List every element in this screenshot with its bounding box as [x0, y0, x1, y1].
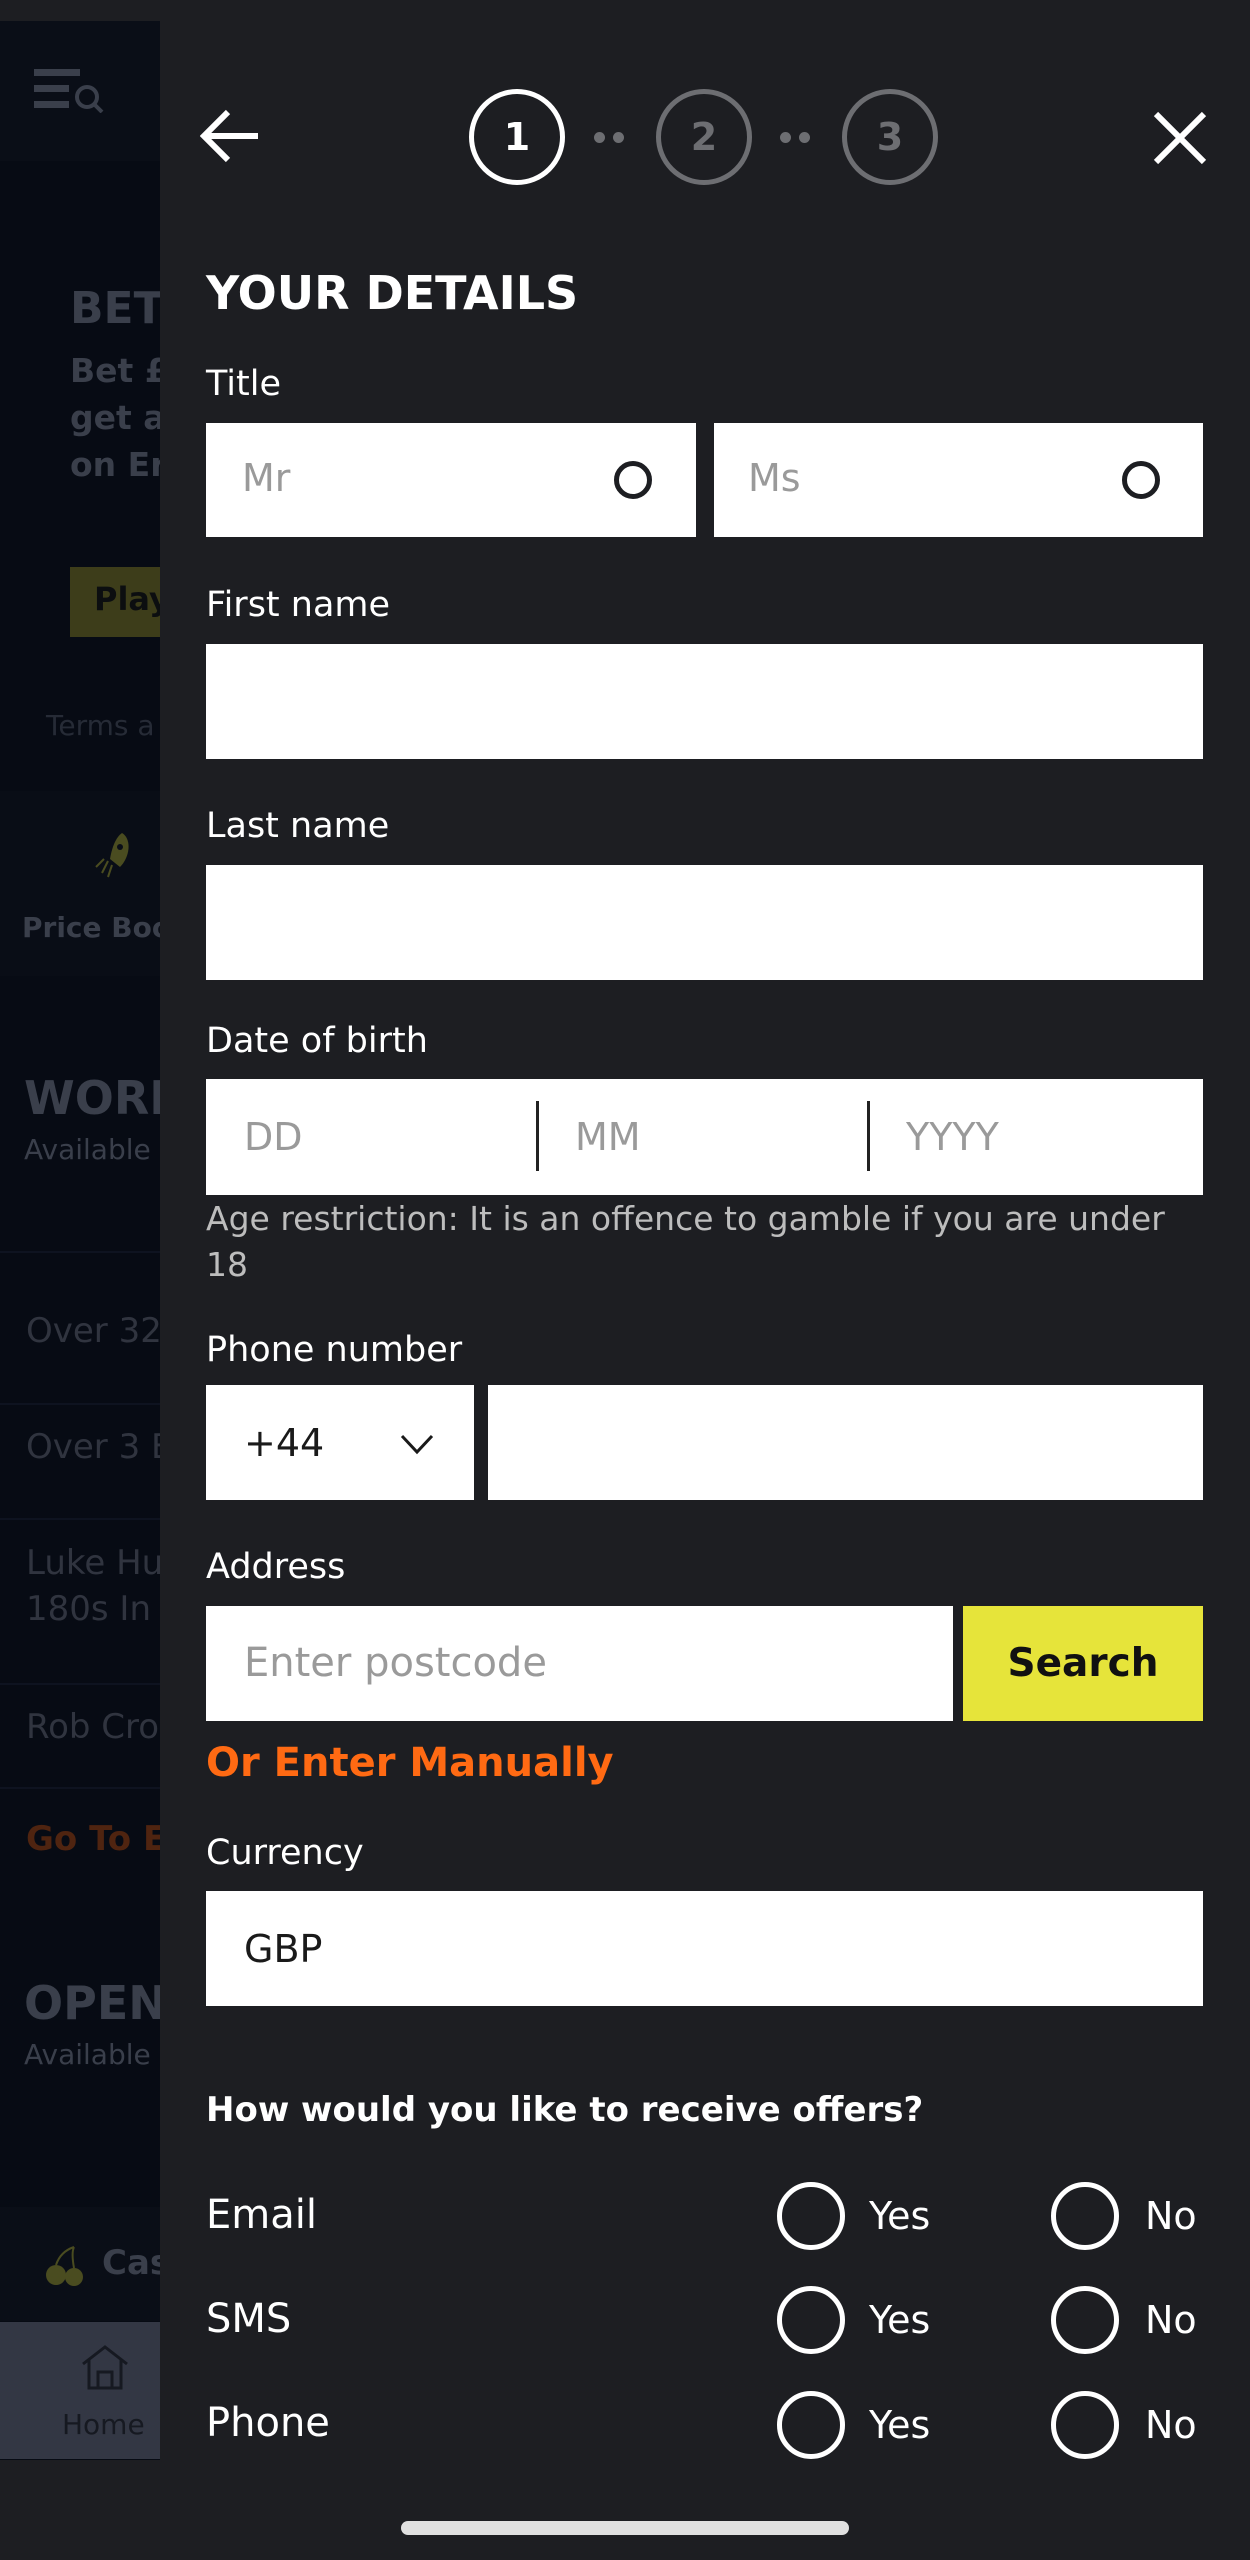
- section-subtitle: Available: [24, 1133, 151, 1166]
- background-page: BET Bet £ get a on Er Play Terms a Price…: [0, 21, 160, 2460]
- dob-month-placeholder: MM: [575, 1115, 641, 1159]
- section-title: OPEN: [24, 1976, 160, 2030]
- first-name-label: First name: [206, 585, 391, 625]
- section-title: WORI: [24, 1071, 160, 1125]
- go-to-event-link[interactable]: Go To E: [26, 1819, 160, 1859]
- radio-icon: [1122, 461, 1160, 499]
- section-subtitle: Available: [24, 2038, 151, 2071]
- market-item-cont: 180s In T: [26, 1589, 160, 1629]
- country-code-value: +44: [244, 1421, 325, 1465]
- phone-number-input[interactable]: [488, 1385, 1203, 1500]
- last-name-input[interactable]: [206, 865, 1203, 980]
- offers-question: How would you like to receive offers?: [206, 2090, 924, 2130]
- home-icon: [82, 2345, 128, 2390]
- background-header: [0, 21, 160, 161]
- chevron-down-icon: [400, 1434, 434, 1455]
- menu-search-icon: [34, 69, 104, 113]
- offer-channel-label: Phone: [206, 2400, 330, 2446]
- market-item[interactable]: Rob Cro: [26, 1707, 159, 1747]
- step-3: 3: [842, 89, 938, 185]
- title-option-label: Mr: [242, 456, 291, 500]
- offer-no-radio[interactable]: [1051, 2286, 1119, 2354]
- offer-channel-label: Email: [206, 2192, 317, 2238]
- last-name-label: Last name: [206, 806, 390, 846]
- market-item[interactable]: Luke Hu: [26, 1543, 160, 1583]
- title-label: Title: [206, 364, 282, 404]
- promo-line: Bet £: [70, 351, 160, 390]
- price-boost-tile[interactable]: Price Boo: [0, 791, 160, 976]
- step-1: 1: [469, 89, 565, 185]
- rocket-icon: [95, 833, 129, 878]
- offer-yes-label: Yes: [869, 2194, 931, 2238]
- step-connector: [594, 132, 624, 143]
- casino-label: Cas: [102, 2243, 160, 2283]
- offer-no-radio[interactable]: [1051, 2391, 1119, 2459]
- step-connector: [780, 132, 810, 143]
- first-name-input[interactable]: [206, 644, 1203, 759]
- offer-no-label: No: [1145, 2194, 1197, 2238]
- address-label: Address: [206, 1547, 346, 1587]
- phone-label: Phone number: [206, 1330, 463, 1370]
- terms-link[interactable]: Terms a: [46, 709, 155, 742]
- step-2: 2: [656, 89, 752, 185]
- search-button[interactable]: Search: [963, 1606, 1203, 1721]
- currency-value: GBP: [244, 1927, 323, 1971]
- play-button-label: Play: [94, 580, 160, 618]
- promo-line: get a: [70, 398, 160, 437]
- dob-field: DD MM YYYY: [206, 1079, 1203, 1195]
- nav-home-label: Home: [62, 2408, 145, 2441]
- offer-no-label: No: [1145, 2298, 1197, 2342]
- dob-day-placeholder: DD: [244, 1115, 303, 1159]
- title-option-mr[interactable]: Mr: [206, 423, 696, 537]
- offer-no-label: No: [1145, 2403, 1197, 2447]
- dob-year-input[interactable]: YYYY: [870, 1079, 1203, 1195]
- postcode-input[interactable]: Enter postcode: [206, 1606, 953, 1721]
- price-boost-label: Price Boo: [22, 911, 160, 944]
- bottom-nav: Home: [0, 2322, 160, 2459]
- offer-yes-radio[interactable]: [777, 2391, 845, 2459]
- title-option-ms[interactable]: Ms: [714, 423, 1203, 537]
- offer-yes-label: Yes: [869, 2403, 931, 2447]
- market-item[interactable]: Over 32: [26, 1311, 160, 1351]
- offer-yes-label: Yes: [869, 2298, 931, 2342]
- play-button[interactable]: Play: [70, 567, 160, 637]
- dob-label: Date of birth: [206, 1021, 428, 1061]
- country-code-select[interactable]: +44: [206, 1385, 474, 1500]
- age-restriction-notice: Age restriction: It is an offence to gam…: [206, 1199, 1165, 1284]
- dob-month-input[interactable]: MM: [539, 1079, 867, 1195]
- cherries-icon: [46, 2246, 83, 2286]
- currency-label: Currency: [206, 1833, 364, 1873]
- dob-year-placeholder: YYYY: [906, 1115, 999, 1159]
- offer-yes-radio[interactable]: [777, 2286, 845, 2354]
- offer-channel-label: SMS: [206, 2296, 292, 2342]
- promo-line: on Er: [70, 445, 160, 484]
- casino-tile[interactable]: Cas: [0, 2207, 160, 2321]
- currency-select[interactable]: GBP: [206, 1891, 1203, 2006]
- postcode-placeholder: Enter postcode: [244, 1640, 547, 1686]
- nav-home[interactable]: Home: [0, 2322, 160, 2459]
- dob-day-input[interactable]: DD: [206, 1079, 536, 1195]
- search-button-label: Search: [1007, 1641, 1159, 1686]
- market-item[interactable]: Over 3 E: [26, 1427, 160, 1467]
- title-option-label: Ms: [748, 456, 801, 500]
- radio-icon: [614, 461, 652, 499]
- promo-heading: BET: [70, 283, 160, 334]
- back-arrow-icon[interactable]: [200, 108, 260, 164]
- close-icon[interactable]: [1152, 110, 1208, 166]
- home-indicator[interactable]: [401, 2521, 849, 2535]
- page-title: YOUR DETAILS: [206, 266, 579, 320]
- offer-yes-radio[interactable]: [777, 2182, 845, 2250]
- enter-manually-link[interactable]: Or Enter Manually: [206, 1740, 614, 1786]
- offer-no-radio[interactable]: [1051, 2182, 1119, 2250]
